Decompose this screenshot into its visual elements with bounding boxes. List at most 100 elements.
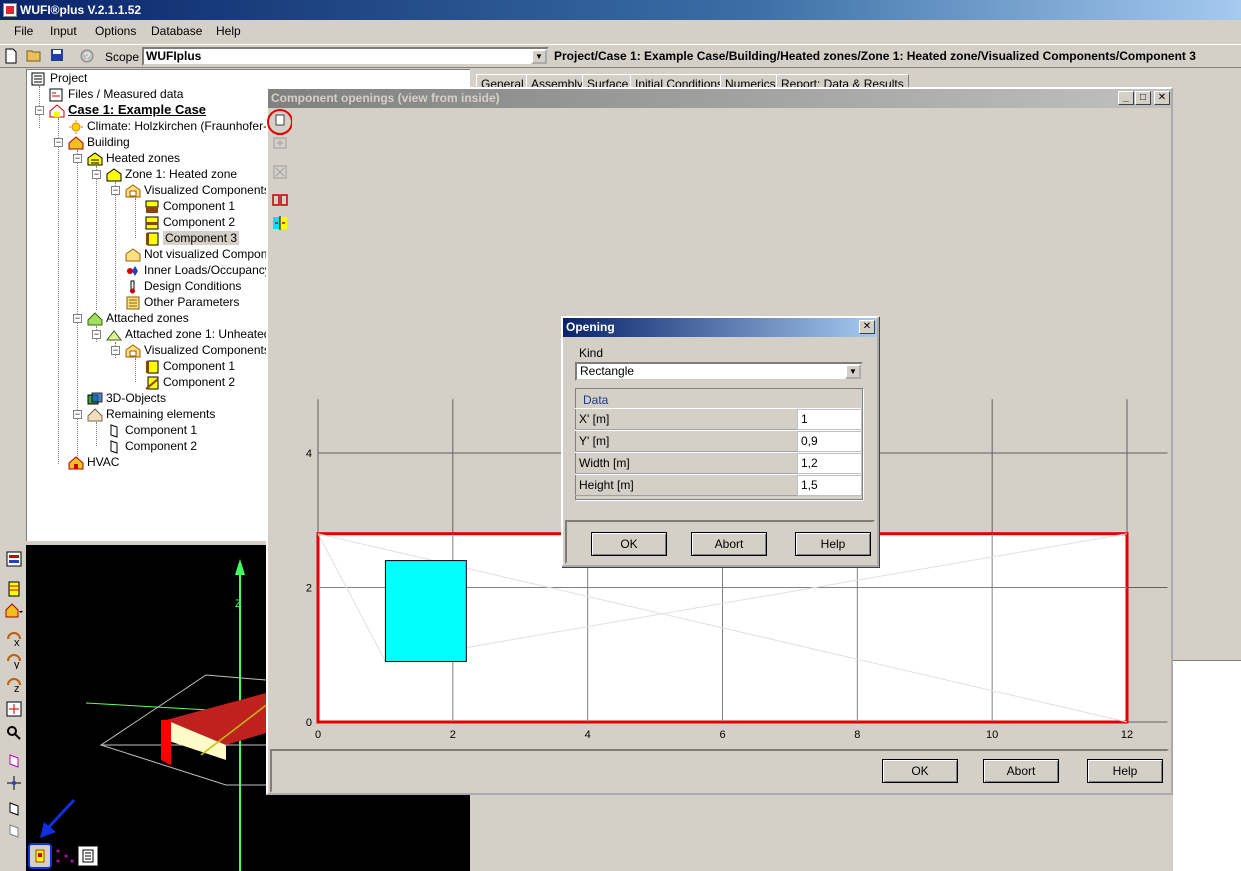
abort-button[interactable]: Abort [983,759,1059,783]
window-title: Component openings (view from inside) [271,91,500,105]
svg-text:y: y [14,659,20,669]
split-view-icon[interactable] [271,193,289,211]
panel-view-icon[interactable] [4,801,24,821]
inner-loads-icon [125,264,141,278]
tree-item-remaining-elements[interactable]: Remaining elements [87,406,215,422]
pan-icon[interactable] [4,701,24,721]
tree-item-design-conditions[interactable]: Design Conditions [125,278,241,294]
svg-text:?: ? [84,51,90,63]
collapse-attached-zone1-icon[interactable]: − [92,330,101,339]
close-icon[interactable]: ✕ [859,320,875,334]
points-tab-icon[interactable] [54,847,76,865]
collapse-attached-visualized-icon[interactable]: − [111,346,120,355]
tree-item-case[interactable]: Case 1: Example Case [49,102,206,118]
tree-item-attached-zones[interactable]: Attached zones [87,310,189,326]
zone-view-icon[interactable] [4,581,24,601]
building-dropdown-icon[interactable] [4,603,24,623]
view-properties-icon[interactable] [4,551,24,571]
close-icon[interactable]: ✕ [1154,91,1170,105]
rotate-x-icon[interactable]: x [4,631,24,651]
tree-item-3d-objects[interactable]: 3D-Objects [87,390,166,406]
select-component-icon[interactable] [4,753,24,773]
add-rectangle-opening-icon[interactable] [271,113,289,131]
tree-item-files[interactable]: Files / Measured data [49,86,183,102]
app-icon [3,3,17,17]
menu-database[interactable]: Database [151,24,202,38]
x-tick-label: 2 [450,729,456,741]
zoom-magnifier-icon[interactable] [4,725,24,745]
edit-opening-icon[interactable] [271,136,289,154]
tree-item-remaining-component-1[interactable]: Component 1 [106,422,197,438]
attached-zones-icon [87,312,103,326]
kind-select[interactable]: Rectangle ▼ [575,362,863,381]
tree-item-attached-component-1[interactable]: Component 1 [144,358,235,374]
dialog-abort-button[interactable]: Abort [691,532,767,556]
menu-input[interactable]: Input [50,24,77,38]
scope-select[interactable]: WUFIplus ▼ [142,47,549,66]
component-openings-tab[interactable] [28,843,52,869]
tree-item-remaining-component-2[interactable]: Component 2 [106,438,197,454]
list-tab-icon[interactable] [78,846,98,866]
tree-item-zone1[interactable]: Zone 1: Heated zone [106,166,237,182]
collapse-visualized-icon[interactable]: − [111,186,120,195]
dialog-button-bar: OK Abort Help [565,520,875,564]
height-input[interactable]: 1,5 [797,475,862,496]
save-icon[interactable] [48,48,66,66]
tree-item-climate[interactable]: Climate: Holzkirchen (Fraunhofer-IBP) [68,118,290,134]
files-icon [49,88,65,102]
y-field-row: Y' [m] 0,9 [575,430,862,452]
collapse-case-icon[interactable]: − [35,106,44,115]
x-tick-label: 12 [1121,729,1133,741]
measure-icon[interactable] [4,775,24,795]
chevron-down-icon[interactable]: ▼ [845,364,861,379]
tree-item-heated-zones[interactable]: Heated zones [87,150,180,166]
width-input[interactable]: 1,2 [797,453,862,474]
menu-help[interactable]: Help [216,24,241,38]
panel-icon [106,424,122,438]
delete-opening-icon[interactable] [271,165,289,183]
minimize-icon[interactable]: _ [1118,91,1134,105]
3d-objects-icon [87,392,103,406]
x-input[interactable]: 1 [797,409,862,430]
ok-button[interactable]: OK [882,759,958,783]
collapse-remaining-icon[interactable]: − [73,410,82,419]
tree-item-building[interactable]: Building [68,134,130,150]
dialog-ok-button[interactable]: OK [591,532,667,556]
tree-item-hvac[interactable]: HVAC [68,454,119,470]
tree-item-attached-visualized[interactable]: Visualized Components [125,342,270,358]
y-input[interactable]: 0,9 [797,431,862,452]
dialog-help-button[interactable]: Help [795,532,871,556]
tree-item-project[interactable]: Project [31,70,87,86]
collapse-heated-zones-icon[interactable]: − [73,154,82,163]
tree-item-attached-component-2[interactable]: Component 2 [144,374,235,390]
attic-icon [105,328,123,342]
tree-item-component-2[interactable]: Component 2 [144,214,235,230]
panel-view-2-icon[interactable] [4,823,24,843]
tree-item-component-1[interactable]: Component 1 [144,198,235,214]
collapse-building-icon[interactable]: − [54,138,63,147]
tree-item-visualized-components[interactable]: Visualized Components [125,182,270,198]
help-icon[interactable]: ? [78,48,96,66]
tree-item-inner-loads[interactable]: Inner Loads/Occupancy [125,262,271,278]
y-label: Y' [m] [579,434,610,448]
tree-item-other-parameters[interactable]: Other Parameters [125,294,239,310]
thermometer-icon [125,280,141,294]
rotate-y-icon[interactable]: y [4,653,24,673]
open-folder-icon[interactable] [25,48,43,66]
maximize-icon[interactable]: □ [1135,91,1151,105]
chevron-down-icon[interactable]: ▼ [531,49,547,64]
collapse-zone1-icon[interactable]: − [92,170,101,179]
menu-options[interactable]: Options [95,24,136,38]
app-title: WUFI®plus V.2.1.1.52 [20,3,142,17]
rotate-z-icon[interactable]: z [4,677,24,697]
mirror-icon[interactable] [271,216,289,234]
help-button[interactable]: Help [1087,759,1163,783]
opening-dialog: Opening ✕ Kind Rectangle ▼ Data X' [m] 1… [561,316,879,567]
scope-label: Scope [105,50,140,64]
new-file-icon[interactable] [2,48,20,66]
y-tick-label: 4 [306,448,312,460]
zone-icon [106,168,122,182]
menu-file[interactable]: File [14,24,33,38]
tree-item-component-3[interactable]: Component 3 [144,230,240,246]
collapse-attached-zones-icon[interactable]: − [73,314,82,323]
